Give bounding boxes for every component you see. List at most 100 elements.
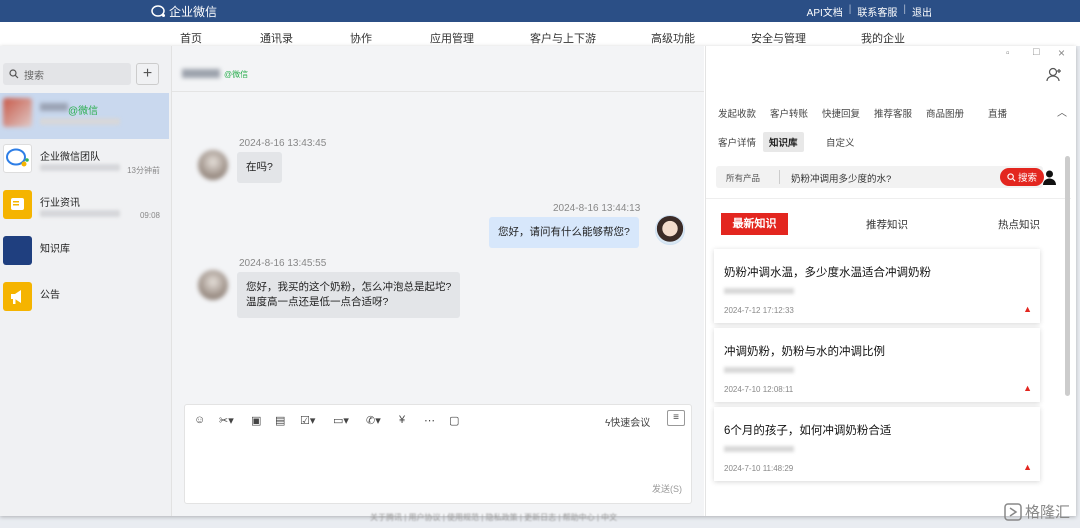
close-icon[interactable]: × xyxy=(1058,46,1065,60)
conversation-item[interactable]: 公告 xyxy=(0,277,172,323)
news-icon xyxy=(3,190,32,219)
wecom-logo-icon xyxy=(151,5,165,17)
panel-toggle-icon[interactable]: ≡ xyxy=(667,410,685,426)
knowledge-card[interactable]: 奶粉冲调水温，多少度水温适合冲调奶粉 2024-7-12 17:12:33 ▲ xyxy=(714,249,1040,323)
conversation-name: 企业微信团队 xyxy=(40,152,100,163)
tab-collect-payment[interactable]: 发起收款 xyxy=(718,106,756,120)
message-icon[interactable]: ▢ xyxy=(449,414,459,427)
thumbs-up-icon[interactable]: ▲ xyxy=(1023,462,1032,472)
tab-transfer[interactable]: 客户转账 xyxy=(770,106,808,120)
brand-logo[interactable]: 企业微信 xyxy=(151,3,217,20)
thumbs-up-icon[interactable]: ▲ xyxy=(1023,304,1032,314)
user-icon[interactable] xyxy=(1043,170,1056,185)
nav-customers[interactable]: 客户与上下游 xyxy=(530,30,596,46)
send-button[interactable]: 发送(S) xyxy=(652,482,682,495)
message-bubble: 在吗? xyxy=(237,152,282,183)
payment-icon[interactable]: ¥ xyxy=(399,414,405,426)
nav-security[interactable]: 安全与管理 xyxy=(751,30,806,46)
add-contact-icon[interactable] xyxy=(1046,67,1063,82)
knowledge-card[interactable]: 6个月的孩子，如何冲调奶粉合适 2024-7-10 11:48:29 ▲ xyxy=(714,407,1040,481)
wechat-tag: @微信 xyxy=(224,70,249,79)
top-links: API文档 | 联系客服 | 退出 xyxy=(806,4,932,19)
conversation-item[interactable]: @微信 xyxy=(0,93,169,139)
tab-latest-knowledge[interactable]: 最新知识 xyxy=(721,213,788,235)
tab-customer-details[interactable]: 客户详情 xyxy=(718,135,756,149)
conversation-item[interactable]: 行业资讯 09:08 xyxy=(0,185,172,231)
image-icon[interactable]: ▣ xyxy=(251,414,261,427)
collapse-icon[interactable]: ︿ xyxy=(1057,104,1067,119)
search-button[interactable]: 搜索 xyxy=(1000,168,1044,186)
message-bubble: 您好，我买的这个奶粉，怎么冲泡总是起坨? 温度高一点还是低一点合适呀? xyxy=(237,272,461,318)
search-button-label: 搜索 xyxy=(1017,173,1037,184)
more-icon[interactable]: ⋯ xyxy=(424,414,435,427)
top-bar: 企业微信 API文档 | 联系客服 | 退出 xyxy=(0,0,1080,22)
card-date: 2024-7-10 12:08:11 xyxy=(724,385,794,394)
message-time: 2024-8-16 13:44:13 xyxy=(553,203,641,214)
screenshot-icon[interactable]: ✂▾ xyxy=(219,414,234,427)
add-button[interactable]: + xyxy=(136,63,159,85)
tab-live[interactable]: 直播 xyxy=(988,106,1007,120)
divider xyxy=(706,198,1071,199)
nav-home[interactable]: 首页 xyxy=(180,30,202,46)
contact-support-link[interactable]: 联系客服 xyxy=(857,4,897,19)
avatar xyxy=(3,98,32,127)
card-date: 2024-7-10 11:48:29 xyxy=(724,464,794,473)
nav-contacts[interactable]: 通讯录 xyxy=(260,30,293,46)
message-input[interactable]: ☺ ✂▾ ▣ ▤ ☑▾ ▭▾ ✆▾ ¥ ⋯ ▢ ϟ快速会议 ≡ 发送(S) xyxy=(184,404,692,504)
scrollbar[interactable] xyxy=(1065,156,1070,396)
thumbs-up-icon[interactable]: ▲ xyxy=(1023,383,1032,393)
tab-product-album[interactable]: 商品图册 xyxy=(926,106,964,120)
minimize-icon[interactable]: ▫ xyxy=(1006,48,1010,59)
wechat-tag: @微信 xyxy=(68,106,99,117)
api-docs-link[interactable]: API文档 xyxy=(807,4,843,19)
main-nav: 首页 通讯录 协作 应用管理 客户与上下游 高级功能 安全与管理 我的企业 xyxy=(0,22,1080,46)
agent-avatar[interactable] xyxy=(655,215,685,245)
tab-quick-reply[interactable]: 快捷回复 xyxy=(822,106,860,120)
search-input[interactable]: 搜索 xyxy=(3,63,131,85)
client-window: 搜索 + @微信 企业微信团队 13分钟前 行业资讯 09:08 知识库 公告 … xyxy=(0,46,1076,516)
maximize-icon[interactable]: □ xyxy=(1033,46,1040,58)
card-date: 2024-7-12 17:12:33 xyxy=(724,306,794,315)
conversation-item[interactable]: 知识库 xyxy=(0,231,172,277)
message-preview xyxy=(40,164,120,171)
product-filter[interactable]: 所有产品 xyxy=(726,172,760,184)
tab-knowledge-base[interactable]: 知识库 xyxy=(763,132,804,152)
footer-links: 关于腾讯 | 用户协议 | 使用规范 | 隐私政策 | 更新日志 | 帮助中心 … xyxy=(370,513,618,522)
search-placeholder: 搜索 xyxy=(24,70,44,82)
conversation-sidebar: 搜索 + @微信 企业微信团队 13分钟前 行业资讯 09:08 知识库 公告 xyxy=(0,46,172,516)
message-time: 2024-8-16 13:45:55 xyxy=(239,258,327,269)
card-title: 冲调奶粉，奶粉与水的冲调比例 xyxy=(724,346,885,358)
card-title: 奶粉冲调水温，多少度水温适合冲调奶粉 xyxy=(724,267,931,279)
contact-name-blurred xyxy=(40,103,68,111)
customer-avatar[interactable] xyxy=(198,270,228,300)
knowledge-search-input[interactable]: 奶粉冲调用多少度的水? xyxy=(791,171,891,185)
watermark: 格隆汇 xyxy=(1004,501,1070,522)
emoji-icon[interactable]: ☺ xyxy=(194,414,205,426)
phone-icon[interactable]: ✆▾ xyxy=(366,414,381,427)
nav-app-management[interactable]: 应用管理 xyxy=(430,30,474,46)
nav-collaboration[interactable]: 协作 xyxy=(350,30,372,46)
tab-hot-knowledge[interactable]: 热点知识 xyxy=(998,217,1040,232)
card-summary-blurred xyxy=(724,367,794,373)
conversation-time: 13分钟前 xyxy=(127,166,160,175)
nav-my-company[interactable]: 我的企业 xyxy=(861,30,905,46)
knowledge-base-icon xyxy=(3,236,32,265)
conversation-name: 公告 xyxy=(40,290,60,301)
contact-name-blurred xyxy=(182,69,220,78)
card-summary-blurred xyxy=(724,288,794,294)
card-summary-blurred xyxy=(724,446,794,452)
folder-icon[interactable]: ▭▾ xyxy=(333,414,349,427)
quick-meeting-button[interactable]: ϟ快速会议 xyxy=(605,414,650,429)
document-icon[interactable]: ▤ xyxy=(275,414,285,427)
conversation-item[interactable]: 企业微信团队 13分钟前 xyxy=(0,139,172,185)
watermark-logo-icon xyxy=(1004,502,1022,521)
nav-advanced[interactable]: 高级功能 xyxy=(651,30,695,46)
conversation-name: 行业资讯 xyxy=(40,198,80,209)
tab-recommend-service[interactable]: 推荐客服 xyxy=(874,106,912,120)
logout-link[interactable]: 退出 xyxy=(912,4,932,19)
tab-recommended-knowledge[interactable]: 推荐知识 xyxy=(866,217,908,232)
tab-custom[interactable]: 自定义 xyxy=(826,135,855,149)
checklist-icon[interactable]: ☑▾ xyxy=(300,414,315,427)
knowledge-card[interactable]: 冲调奶粉，奶粉与水的冲调比例 2024-7-10 12:08:11 ▲ xyxy=(714,328,1040,402)
customer-avatar[interactable] xyxy=(198,150,228,180)
